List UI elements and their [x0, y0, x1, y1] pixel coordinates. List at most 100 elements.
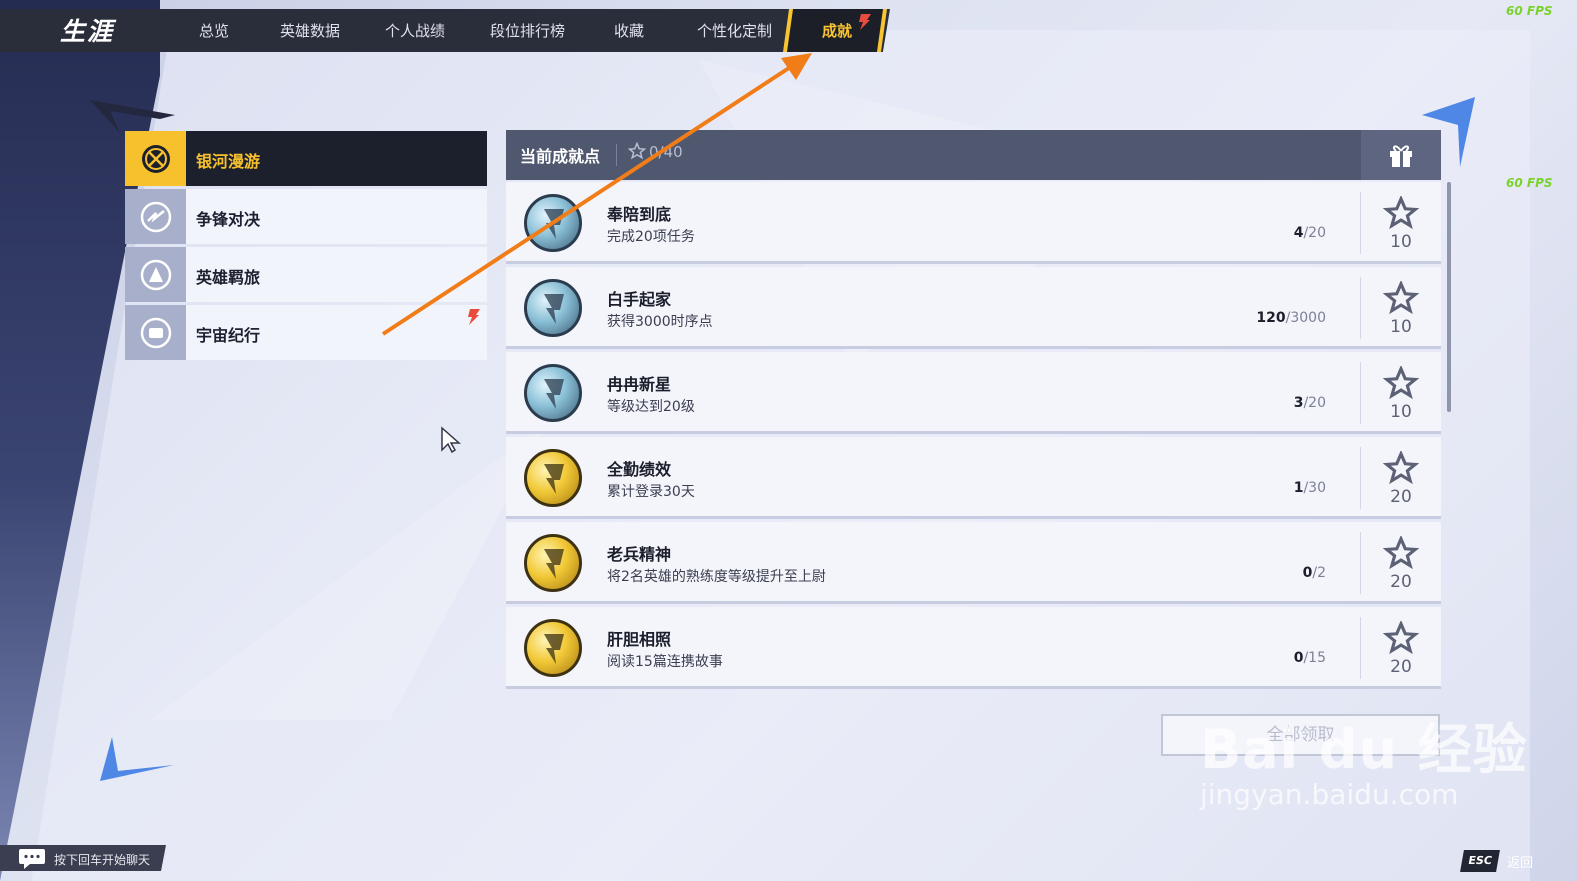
star-icon	[1383, 366, 1419, 400]
star-icon	[1383, 621, 1419, 655]
category-icon-box	[125, 189, 186, 244]
achievement-desc: 阅读15篇连携故事	[607, 654, 723, 670]
category-icon-box	[125, 131, 186, 186]
achievement-row[interactable]: 冉冉新星 等级达到20级 3/20 10	[506, 352, 1441, 434]
achievement-row[interactable]: 老兵精神 将2名英雄的熟练度等级提升至上尉 0/2 20	[506, 522, 1441, 604]
achievement-desc: 等级达到20级	[607, 399, 695, 415]
achievement-title: 老兵精神	[607, 545, 672, 564]
progress-current: 0	[1293, 650, 1304, 666]
category-versus[interactable]: 争锋对决	[125, 189, 487, 244]
fps-counter: 60 FPS	[1506, 4, 1553, 18]
new-flag-icon	[468, 309, 480, 325]
chevron-deco-bottomleft-icon	[100, 737, 174, 781]
category-cosmos-travel[interactable]: 宇宙纪行	[125, 305, 487, 360]
progress-total: /15	[1303, 650, 1326, 666]
progress-current: 0	[1302, 565, 1313, 581]
chat-hint-bar[interactable]: 按下回车开始聊天	[0, 845, 166, 871]
achievement-row[interactable]: 白手起家 获得3000时序点 120/3000 10	[506, 267, 1441, 349]
category-label: 银河漫游	[196, 152, 261, 171]
achievement-reward: 20	[1390, 657, 1412, 677]
versus-icon	[140, 201, 171, 232]
achievement-reward: 10	[1390, 232, 1412, 252]
divider	[616, 144, 617, 166]
star-icon	[1383, 536, 1419, 570]
cosmos-icon	[140, 317, 171, 348]
star-icon	[1383, 196, 1419, 230]
gold-medal-icon	[524, 619, 582, 677]
progress-total: /2	[1312, 565, 1326, 581]
new-flag-icon	[859, 14, 871, 30]
progress-current: 120	[1256, 310, 1286, 326]
progress-current: 3	[1293, 395, 1304, 411]
chat-hint-text: 按下回车开始聊天	[54, 853, 151, 867]
tab-overview[interactable]: 总览	[199, 20, 229, 41]
tab-customization[interactable]: 个性化定制	[697, 20, 772, 41]
silver-medal-icon	[524, 364, 582, 422]
page-title: 生涯	[60, 17, 115, 46]
back-label[interactable]: 返回	[1507, 852, 1533, 871]
achievement-title: 白手起家	[607, 290, 672, 309]
achievement-progress: 0/15	[1294, 650, 1326, 666]
achievement-progress: 3/20	[1294, 395, 1326, 411]
achievement-title: 冉冉新星	[607, 375, 672, 394]
panel-title: 当前成就点	[520, 147, 601, 166]
achievement-row[interactable]: 奉陪到底 完成20项任务 4/20 10	[506, 182, 1441, 264]
esc-key-badge[interactable]: ESC	[1460, 850, 1500, 872]
achievement-desc: 累计登录30天	[607, 484, 695, 500]
achievement-progress: 4/20	[1294, 225, 1326, 241]
progress-total: /20	[1303, 225, 1326, 241]
tab-hero-data[interactable]: 英雄数据	[280, 20, 340, 41]
star-icon	[1383, 281, 1419, 315]
progress-total: /30	[1303, 480, 1326, 496]
achievement-points: 0/40	[649, 143, 683, 161]
category-icon-box	[125, 247, 186, 302]
achievement-reward: 20	[1390, 487, 1412, 507]
star-icon	[628, 142, 646, 160]
tab-achievements-label: 成就	[822, 22, 853, 40]
progress-total: /20	[1303, 395, 1326, 411]
category-icon-box	[125, 305, 186, 360]
chat-icon	[19, 849, 45, 869]
category-label: 争锋对决	[196, 210, 261, 229]
gold-medal-icon	[524, 449, 582, 507]
achievement-title: 全勤绩效	[607, 460, 672, 479]
gift-icon	[1390, 145, 1412, 167]
gift-button[interactable]	[1361, 130, 1441, 180]
chevron-deco-topleft-icon	[90, 100, 175, 133]
achievement-title: 肝胆相照	[607, 630, 672, 649]
tab-rank-leaderboard[interactable]: 段位排行榜	[490, 20, 565, 41]
achievement-panel-header: 当前成就点 0/40	[506, 130, 1441, 180]
category-label: 英雄羁旅	[196, 268, 261, 287]
achievement-progress: 0/2	[1303, 565, 1326, 581]
category-hero-journey[interactable]: 英雄羁旅	[125, 247, 487, 302]
silver-medal-icon	[524, 194, 582, 252]
progress-current: 1	[1293, 480, 1304, 496]
achievement-desc: 获得3000时序点	[607, 314, 713, 330]
watermark-main: Bai du 经验	[1200, 718, 1528, 781]
achievement-row[interactable]: 全勤绩效 累计登录30天 1/30 20	[506, 437, 1441, 519]
progress-current: 4	[1293, 225, 1304, 241]
baidu-watermark: Bai du 经验 jingyan.baidu.com	[1200, 705, 1528, 811]
tab-collection[interactable]: 收藏	[614, 20, 644, 41]
hero-icon	[140, 259, 171, 290]
star-icon	[1383, 451, 1419, 485]
achievement-reward: 10	[1390, 317, 1412, 337]
silver-medal-icon	[524, 279, 582, 337]
category-galaxy-roam[interactable]: 银河漫游	[125, 131, 487, 186]
achievement-desc: 将2名英雄的熟练度等级提升至上尉	[607, 569, 826, 585]
achievement-row[interactable]: 肝胆相照 阅读15篇连携故事 0/15 20	[506, 607, 1441, 689]
achievement-progress: 1/30	[1294, 480, 1326, 496]
achievement-reward: 10	[1390, 402, 1412, 422]
achievement-progress: 120/3000	[1256, 310, 1326, 326]
gold-medal-icon	[524, 534, 582, 592]
achievement-desc: 完成20项任务	[607, 229, 695, 245]
tab-personal-record[interactable]: 个人战绩	[385, 20, 445, 41]
achievement-reward: 20	[1390, 572, 1412, 592]
mouse-cursor-icon	[441, 426, 461, 454]
scrollbar[interactable]	[1447, 182, 1451, 412]
category-label: 宇宙纪行	[196, 326, 261, 345]
galaxy-icon	[141, 144, 170, 173]
fps-counter: 60 FPS	[1506, 176, 1553, 190]
progress-total: /3000	[1285, 310, 1326, 326]
achievement-title: 奉陪到底	[607, 205, 672, 224]
